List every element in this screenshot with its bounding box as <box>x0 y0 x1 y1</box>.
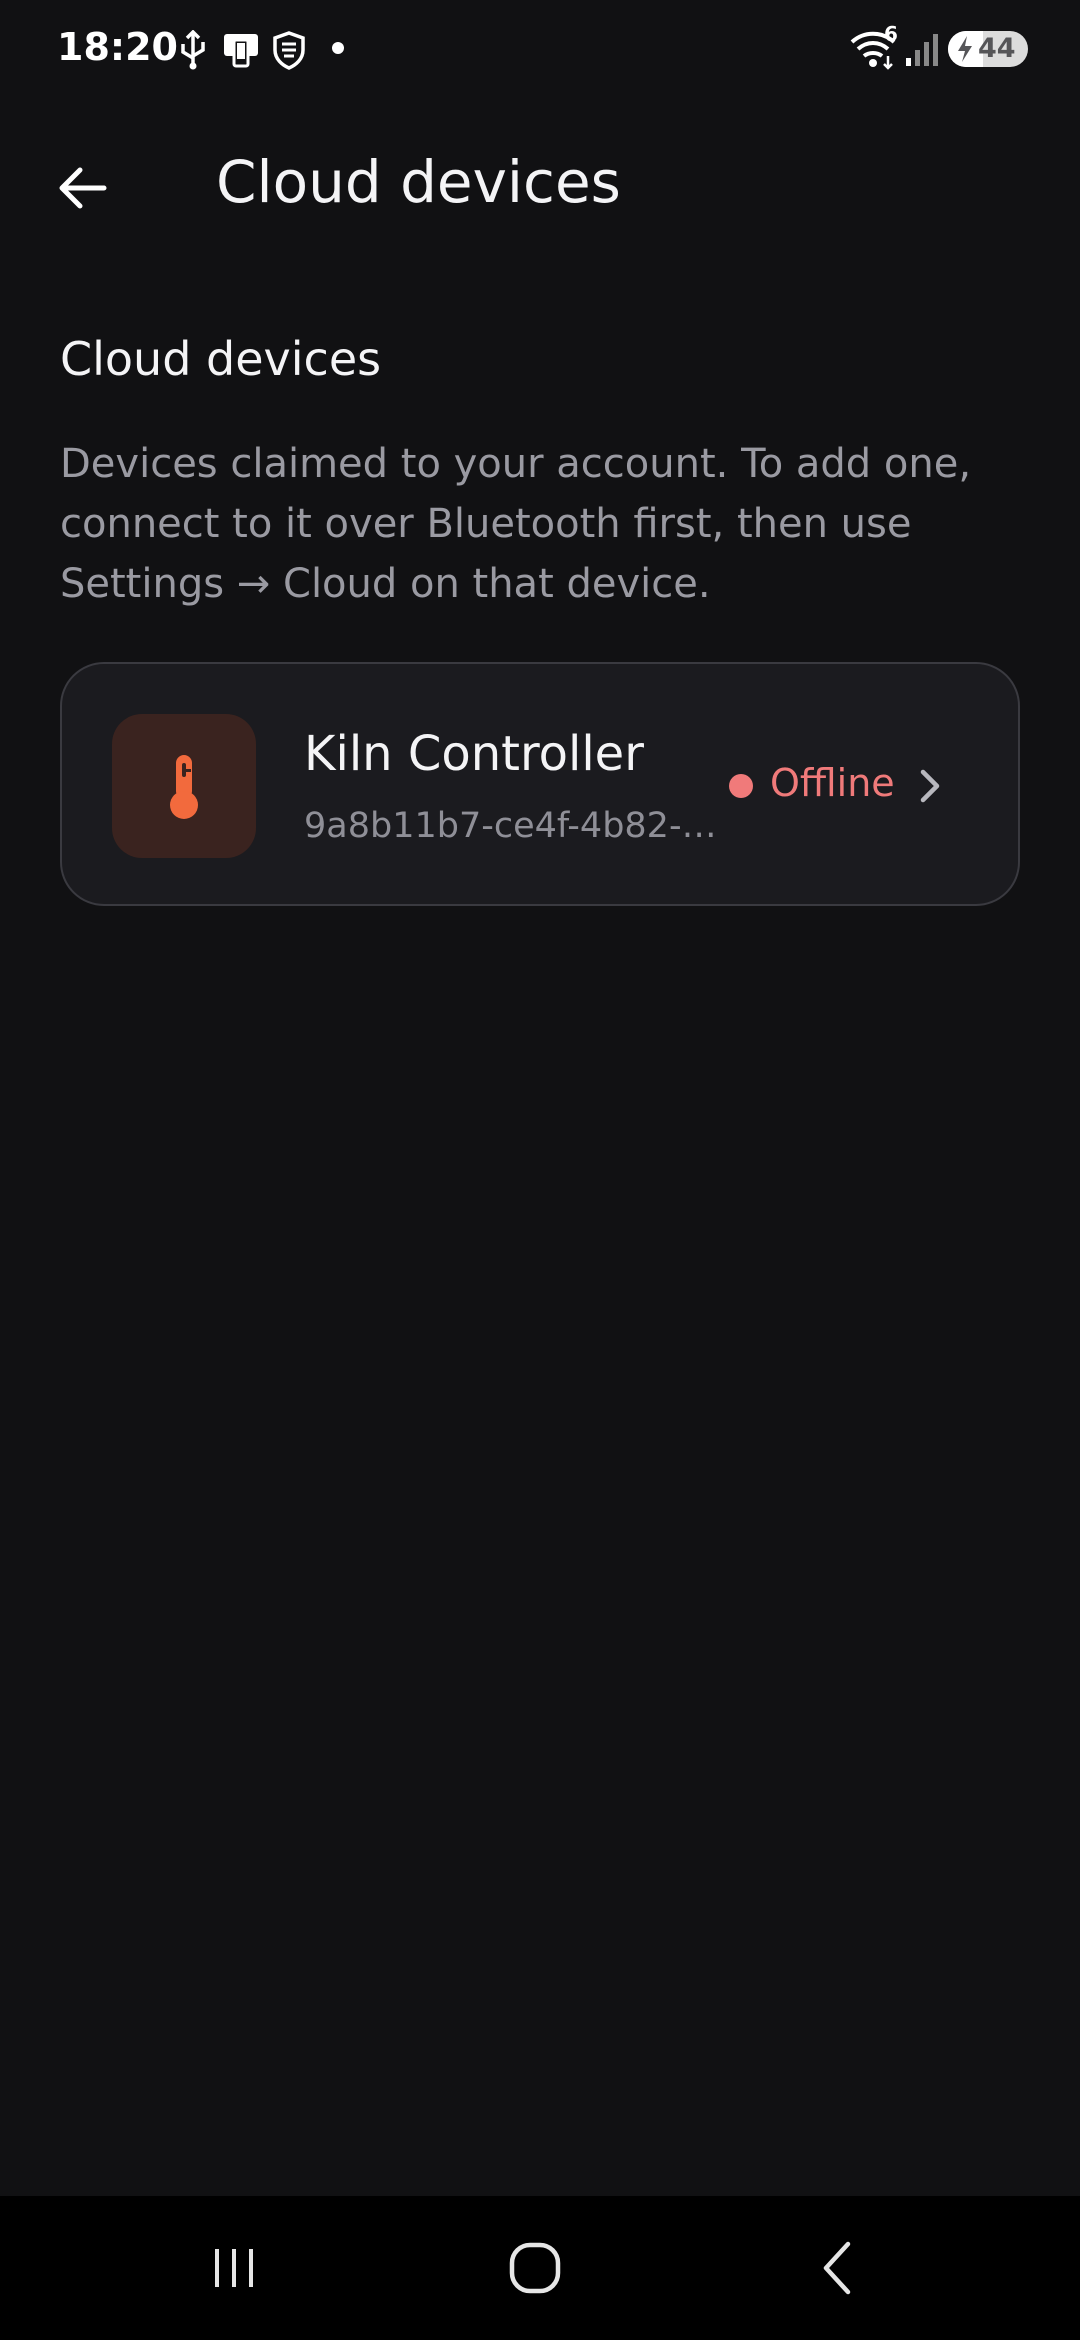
home-button[interactable] <box>465 2196 605 2340</box>
status-time: 18:20 <box>57 25 178 69</box>
device-card[interactable]: Kiln Controller 9a8b11b7-ce4f-4b82-a… Of… <box>60 662 1020 906</box>
usb-icon <box>181 30 205 70</box>
battery-indicator: 44 <box>948 31 1028 67</box>
status-bar: 18:20 6 44 <box>0 0 1080 100</box>
nav-back-button[interactable] <box>768 2196 908 2340</box>
back-button[interactable] <box>46 152 118 224</box>
page-title: Cloud devices <box>216 148 621 216</box>
status-dot <box>729 774 753 798</box>
home-icon <box>509 2242 561 2294</box>
wifi-badge: 6 <box>884 22 898 46</box>
section-heading: Cloud devices <box>60 332 382 386</box>
chevron-right-icon <box>920 769 940 803</box>
phone-link-icon <box>224 34 258 68</box>
recent-apps-icon <box>215 2249 253 2287</box>
arrow-left-icon <box>59 167 107 209</box>
section-description: Devices claimed to your account. To add … <box>60 441 972 607</box>
device-icon-tile <box>112 714 256 858</box>
back-icon <box>823 2241 851 2295</box>
device-status: Offline <box>770 761 895 805</box>
shield-icon <box>273 31 305 70</box>
device-id: 9a8b11b7-ce4f-4b82-a… <box>304 806 734 846</box>
recent-apps-button[interactable] <box>164 2196 304 2340</box>
battery-level: 44 <box>978 33 1016 64</box>
thermometer-icon <box>170 755 198 819</box>
system-nav-bar <box>0 2196 1080 2340</box>
app-header: Cloud devices <box>0 130 1080 240</box>
cell-signal-icon <box>906 34 938 66</box>
device-name: Kiln Controller <box>304 726 644 782</box>
notification-dot-icon <box>332 42 344 54</box>
charging-bolt-icon <box>958 36 972 62</box>
